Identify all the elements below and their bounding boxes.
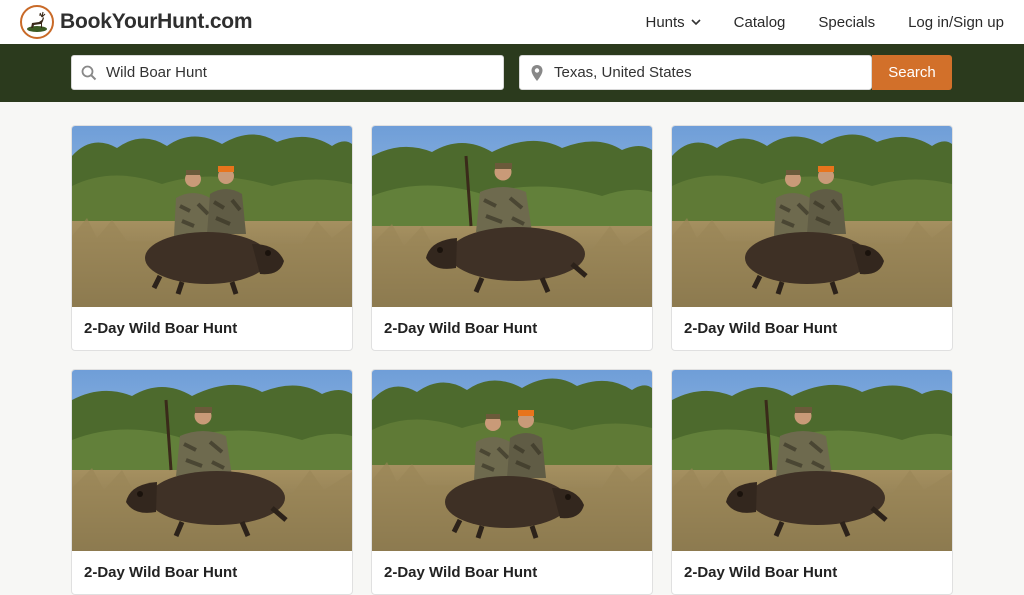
listing-title[interactable]: 2-Day Wild Boar Hunt [372, 551, 652, 581]
hunt-search-field[interactable] [71, 55, 504, 90]
location-input[interactable] [554, 56, 871, 89]
listing-photo[interactable] [72, 126, 352, 307]
listing-grid: 2-Day Wild Boar Hunt 2-Day Wild Boar Hun… [71, 125, 953, 595]
main-nav: Hunts Catalog Specials Log in/Sign up [645, 14, 1004, 31]
nav-specials[interactable]: Specials [818, 14, 875, 31]
listing-photo[interactable] [372, 126, 652, 307]
listing-title[interactable]: 2-Day Wild Boar Hunt [672, 307, 952, 337]
listing-title[interactable]: 2-Day Wild Boar Hunt [672, 551, 952, 581]
site-header: BookYourHunt.com Hunts Catalog Specials … [0, 0, 1024, 44]
listing-card[interactable]: 2-Day Wild Boar Hunt [671, 125, 953, 351]
listing-card[interactable]: 2-Day Wild Boar Hunt [71, 125, 353, 351]
listing-photo[interactable] [72, 370, 352, 551]
nav-catalog[interactable]: Catalog [734, 14, 786, 31]
nav-hunts-label: Hunts [645, 13, 685, 31]
search-button[interactable]: Search [872, 55, 952, 90]
search-icon [72, 65, 106, 81]
listing-title[interactable]: 2-Day Wild Boar Hunt [72, 551, 352, 581]
listing-photo[interactable] [372, 370, 652, 551]
location-pin-icon [520, 64, 554, 82]
nav-login[interactable]: Log in/Sign up [908, 14, 1004, 31]
deer-icon[interactable] [20, 5, 54, 39]
listing-title[interactable]: 2-Day Wild Boar Hunt [72, 307, 352, 337]
chevron-down-icon [691, 19, 701, 26]
listing-card[interactable]: 2-Day Wild Boar Hunt [371, 369, 653, 595]
nav-login-label: Log in/Sign up [908, 13, 1004, 31]
nav-specials-label: Specials [818, 13, 876, 31]
listing-card[interactable]: 2-Day Wild Boar Hunt [671, 369, 953, 595]
listing-card[interactable]: 2-Day Wild Boar Hunt [371, 125, 653, 351]
hunt-search-input[interactable] [106, 56, 503, 89]
listing-card[interactable]: 2-Day Wild Boar Hunt [71, 369, 353, 595]
listing-photo[interactable] [672, 126, 952, 307]
nav-catalog-label: Catalog [733, 13, 786, 31]
listing-title[interactable]: 2-Day Wild Boar Hunt [372, 307, 652, 337]
search-bar: Search [0, 44, 1024, 102]
brand[interactable]: BookYourHunt.com [20, 5, 253, 39]
location-field[interactable] [519, 55, 872, 90]
nav-hunts[interactable]: Hunts [645, 13, 701, 31]
brand-name[interactable]: BookYourHunt.com [60, 10, 253, 34]
listing-photo[interactable] [672, 370, 952, 551]
